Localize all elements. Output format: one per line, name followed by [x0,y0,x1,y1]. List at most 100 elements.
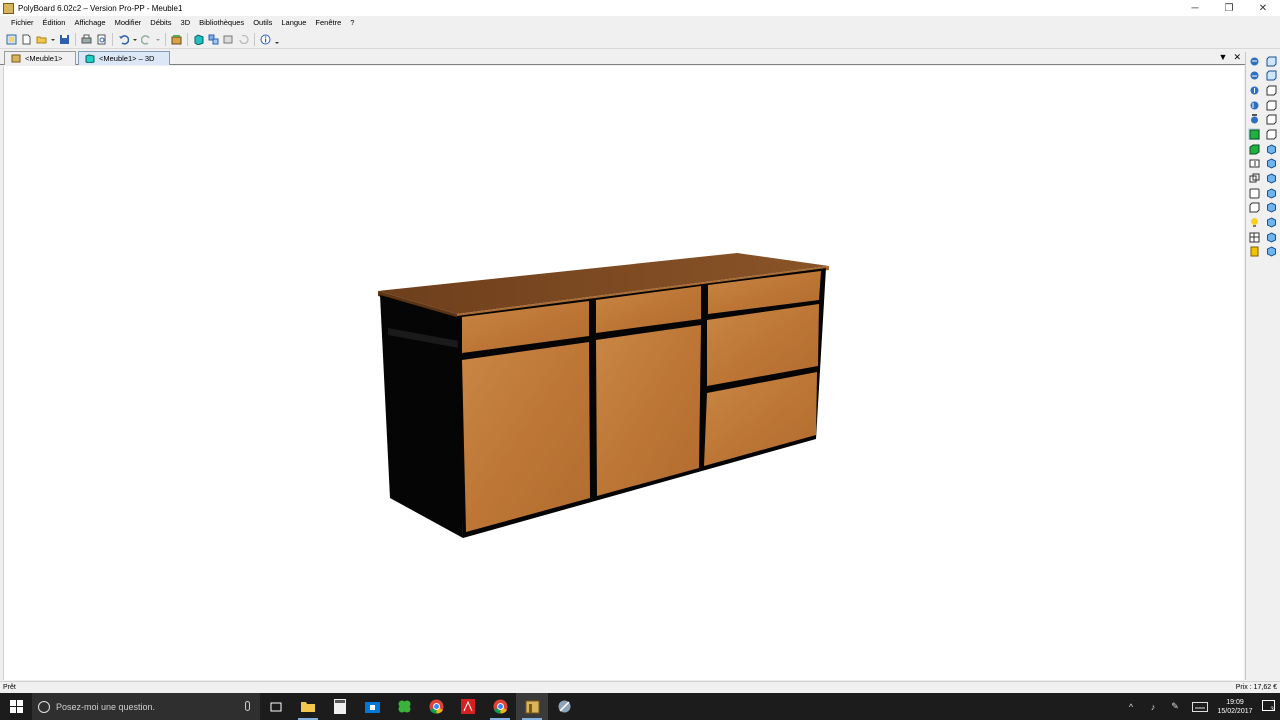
layers-icon[interactable] [222,33,235,46]
left-view-icon[interactable] [1265,84,1277,96]
clock[interactable]: 19:09 15/02/2017 [1214,698,1256,716]
menu-outils[interactable]: Outils [249,16,277,30]
title-bar: PolyBoard 6.02c2 – Version Pro-PP - Meub… [0,0,1280,16]
document-tab-bar: <Meuble1> <Meuble1> – 3D ▼ ✕ [0,50,1245,65]
rotate-left-icon[interactable] [1248,55,1260,67]
furniture-library-icon[interactable] [170,33,183,46]
front-view-icon[interactable] [1265,55,1277,67]
restore-button[interactable]: ❐ [1212,0,1246,16]
refresh-icon[interactable] [237,33,250,46]
save-icon[interactable] [58,33,71,46]
undo-icon[interactable] [117,33,130,46]
menu-3d[interactable]: 3D [177,16,196,30]
3d-view-icon[interactable] [192,33,205,46]
info-icon[interactable] [259,33,272,46]
menu-fenetre[interactable]: Fenêtre [311,16,346,30]
start-button[interactable] [0,693,32,720]
menu-modifier[interactable]: Modifier [111,16,147,30]
right-view-icon[interactable] [1265,99,1277,111]
taskbar-apps [260,693,580,720]
iso-view-1-icon[interactable] [1265,143,1277,155]
box-outline-icon[interactable] [1248,202,1260,214]
task-view-icon[interactable] [260,693,292,720]
keyboard-icon[interactable] [1186,693,1214,720]
cut-list-icon[interactable] [1248,231,1260,243]
walk-icon[interactable] [1248,114,1260,126]
tools-app-icon[interactable] [548,693,580,720]
top-view-icon[interactable] [1265,114,1277,126]
explode-view-icon[interactable] [1248,173,1260,185]
minimize-button[interactable]: ─ [1178,0,1212,16]
material-icon[interactable] [1248,246,1260,258]
iso-view-2-icon[interactable] [1265,158,1277,170]
polyboard-taskbar-icon[interactable] [516,693,548,720]
clock-date: 15/02/2017 [1217,707,1253,715]
toolbar-overflow-icon[interactable] [274,33,280,46]
iso-view-4-icon[interactable] [1265,187,1277,199]
menu-bibliotheques[interactable]: Bibliothèques [195,16,249,30]
open-folder-icon[interactable] [35,33,48,46]
microphone-icon[interactable] [245,701,250,711]
print-icon[interactable] [80,33,93,46]
iso-view-5-icon[interactable] [1265,202,1277,214]
open-doors-icon[interactable] [1248,158,1260,170]
acrobat-icon[interactable] [452,693,484,720]
redo-dropdown-icon[interactable] [155,33,161,46]
view-tools-palette [1245,52,1280,680]
new-document-icon[interactable] [20,33,33,46]
menu-debits[interactable]: Débits [146,16,176,30]
menu-fichier[interactable]: Fichier [7,16,39,30]
iso-view-3-icon[interactable] [1265,173,1277,185]
tab-meuble1-3d[interactable]: <Meuble1> – 3D [78,51,170,65]
3d-document-icon [85,54,95,63]
furniture-3d-render [378,253,829,538]
light-bulb-icon[interactable] [1248,217,1260,229]
close-window-button[interactable]: ✕ [1246,0,1280,16]
cortana-icon [38,700,50,713]
dropdown-arrow-icon[interactable] [50,33,56,46]
multi-view-icon[interactable] [207,33,220,46]
back-view-icon[interactable] [1265,70,1277,82]
tab-meuble1[interactable]: <Meuble1> [4,51,76,65]
volume-icon[interactable]: ♪ [1142,693,1164,720]
price-readout: Prix : 17,62 € [1235,684,1277,691]
menu-help[interactable]: ? [346,16,359,30]
chrome-window-icon[interactable] [484,693,516,720]
clover-app-icon[interactable] [388,693,420,720]
rotate-down-icon[interactable] [1248,99,1260,111]
tab-list-dropdown[interactable]: ▼ [1219,52,1228,63]
rotate-up-icon[interactable] [1248,84,1260,96]
calculator-icon[interactable] [324,693,356,720]
print-preview-icon[interactable] [95,33,108,46]
cortana-search-box[interactable]: Posez-moi une question. [32,693,260,720]
bottom-view-icon[interactable] [1265,128,1277,140]
menu-edition[interactable]: Édition [39,16,71,30]
toolbar-separator [165,33,166,46]
file-explorer-icon[interactable] [292,693,324,720]
close-tab-button[interactable]: ✕ [1233,52,1241,63]
window-title: PolyBoard 6.02c2 – Version Pro-PP - Meub… [18,3,183,13]
store-icon[interactable] [356,693,388,720]
textured-view-icon[interactable] [1248,143,1260,155]
action-center-icon[interactable]: 3 [1256,693,1280,720]
carcass-view-icon[interactable] [1248,187,1260,199]
solid-view-icon[interactable] [1248,128,1260,141]
pen-icon[interactable]: ✎ [1164,693,1186,720]
iso-view-7-icon[interactable] [1265,231,1277,243]
undo-dropdown-icon[interactable] [132,33,138,46]
menu-affichage[interactable]: Affichage [70,16,110,30]
rotate-right-icon[interactable] [1248,70,1260,82]
show-hidden-icons-icon[interactable]: ^ [1120,693,1142,720]
new-project-icon[interactable] [5,33,18,46]
redo-icon[interactable] [140,33,153,46]
chrome-icon[interactable] [420,693,452,720]
door-middle [596,325,701,496]
iso-view-6-icon[interactable] [1265,217,1277,229]
tab-controls: ▼ ✕ [1213,52,1241,63]
menu-langue[interactable]: Langue [277,16,311,30]
iso-view-8-icon[interactable] [1265,246,1277,258]
status-text: Prêt [3,684,16,691]
3d-viewport[interactable] [3,66,1244,680]
toolbar-separator [112,33,113,46]
toolbar-separator [75,33,76,46]
